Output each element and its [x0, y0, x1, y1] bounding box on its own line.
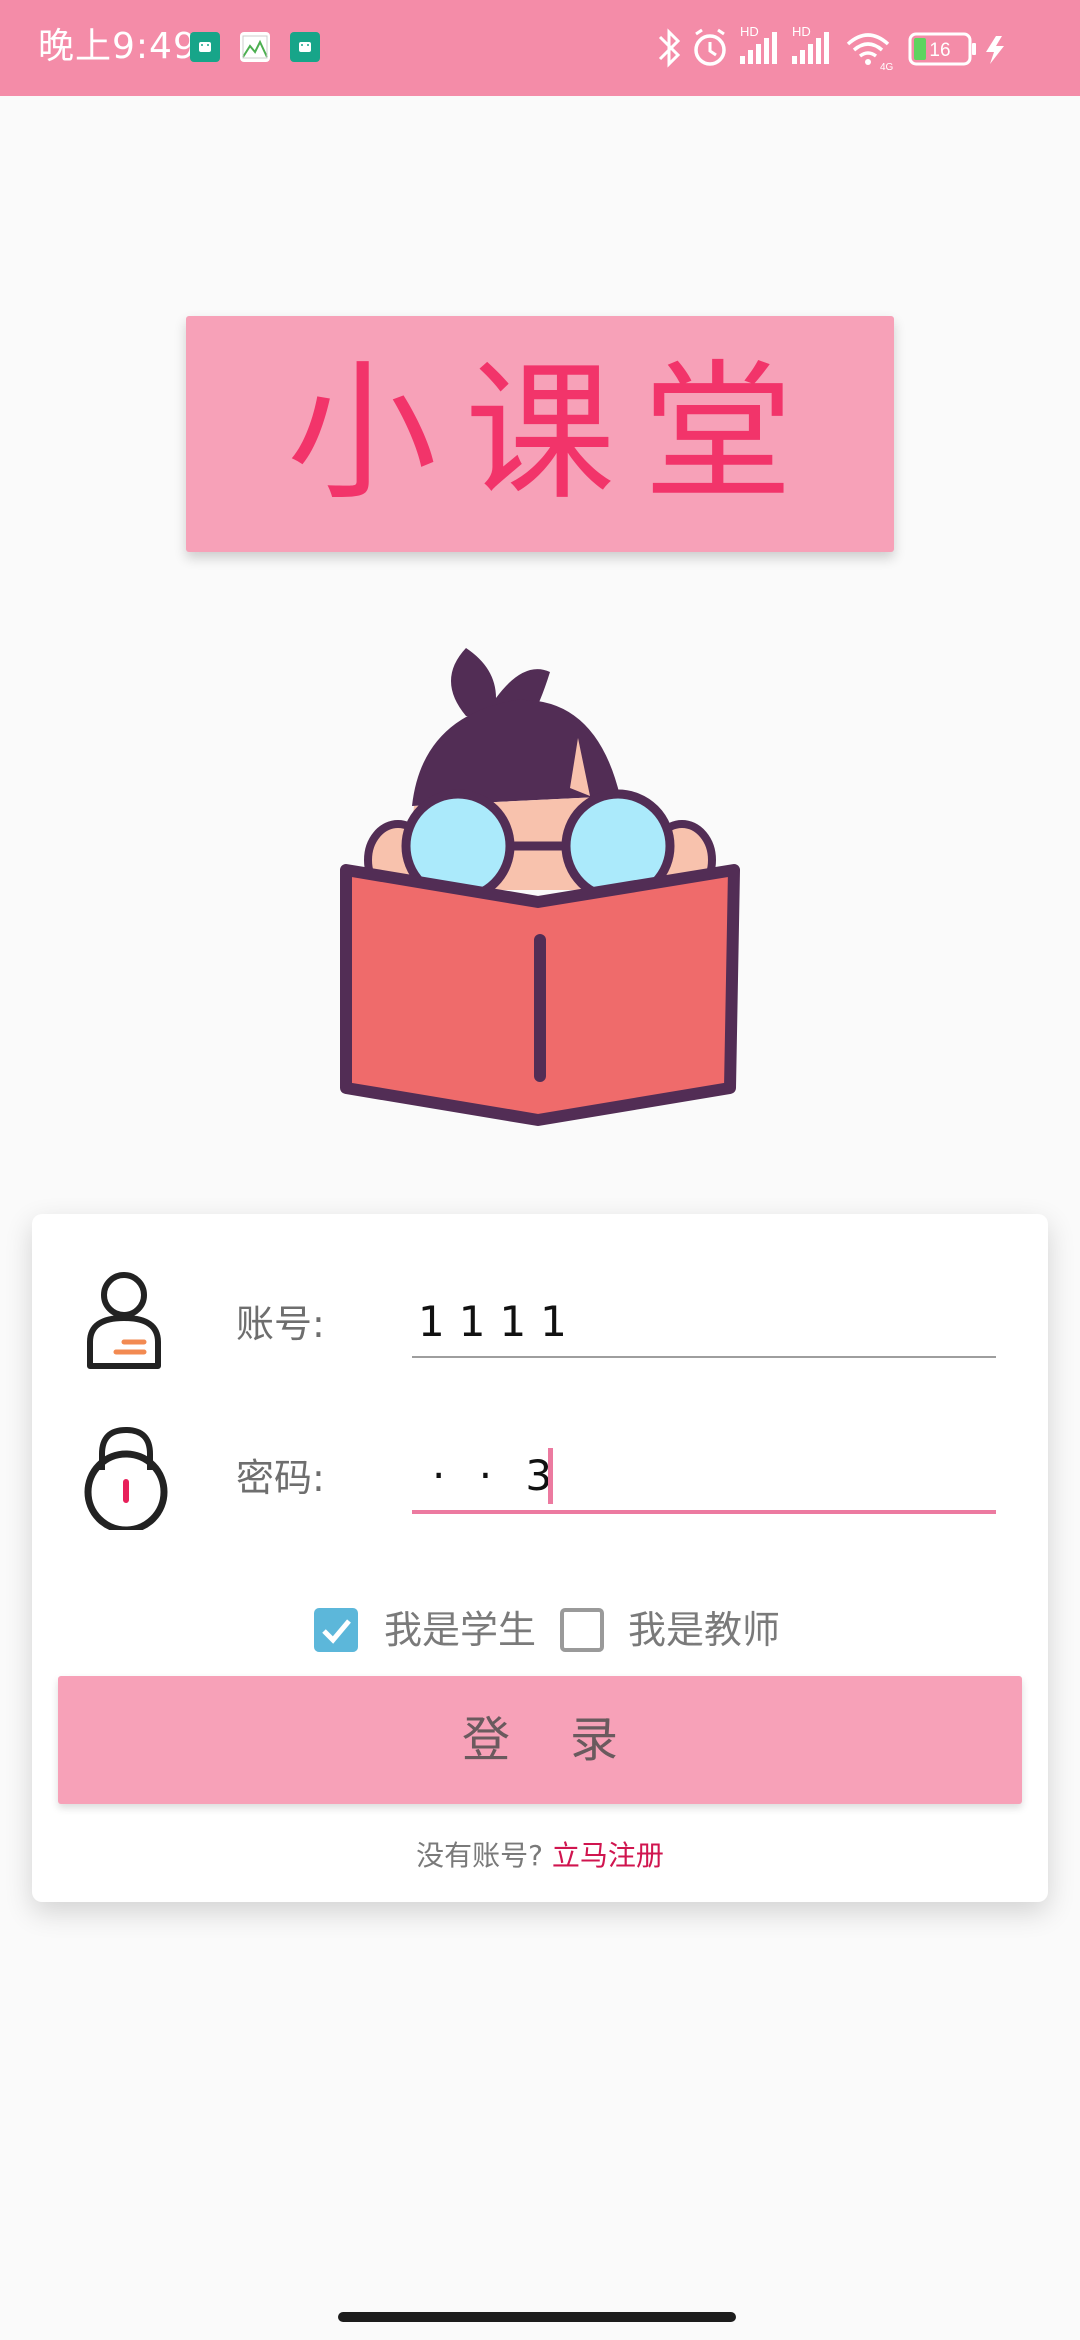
- hd-label: HD: [792, 24, 811, 39]
- password-input[interactable]: · · 3: [432, 1448, 562, 1504]
- user-icon: [84, 1270, 164, 1374]
- register-link[interactable]: 立马注册: [552, 1839, 664, 1872]
- account-label: 账号:: [236, 1302, 325, 1346]
- app-title: 小课堂: [186, 316, 894, 552]
- signal-icon: HD: [740, 24, 777, 64]
- status-icons: HD HD 4G 16: [656, 20, 1052, 76]
- login-button[interactable]: 登录: [58, 1676, 1022, 1804]
- password-input-underline: [412, 1510, 996, 1514]
- wifi-icon: 4G: [846, 33, 894, 73]
- student-checkbox-label[interactable]: 我是学生: [384, 1604, 536, 1656]
- checkmark-icon: [322, 1619, 351, 1644]
- status-bar: 晚上9:49 HD HD 4G 16: [0, 0, 1080, 96]
- android-notification-icon: [190, 32, 220, 62]
- hd-label: HD: [740, 24, 759, 39]
- home-indicator[interactable]: [338, 2312, 736, 2322]
- network-label: 4G: [880, 62, 894, 73]
- account-input[interactable]: 1111: [418, 1294, 581, 1350]
- teacher-checkbox[interactable]: [560, 1608, 604, 1652]
- student-checkbox[interactable]: [314, 1608, 358, 1652]
- image-notification-icon: [240, 32, 270, 62]
- reading-mascot-illustration: [326, 620, 756, 1140]
- lock-icon: [80, 1420, 172, 1534]
- status-time: 晚上9:49: [38, 26, 197, 67]
- login-card: 账号: 1111 密码: · · 3 我是学生 我是教师 登录 没有账号? 立马…: [32, 1214, 1048, 1902]
- teacher-checkbox-label[interactable]: 我是教师: [628, 1604, 780, 1656]
- text-cursor: [548, 1448, 553, 1504]
- register-prompt: 没有账号? 立马注册: [32, 1836, 1048, 1876]
- signal-icon: HD: [792, 24, 829, 64]
- password-label: 密码:: [236, 1456, 325, 1500]
- android-notification-icon: [290, 32, 320, 62]
- account-input-underline: [412, 1356, 996, 1358]
- alarm-icon: [694, 28, 726, 66]
- no-account-text: 没有账号?: [416, 1839, 543, 1872]
- battery-icon: 16: [908, 32, 976, 66]
- battery-level: 16: [929, 40, 950, 61]
- charging-icon: [986, 36, 1004, 64]
- bluetooth-icon: [658, 28, 681, 68]
